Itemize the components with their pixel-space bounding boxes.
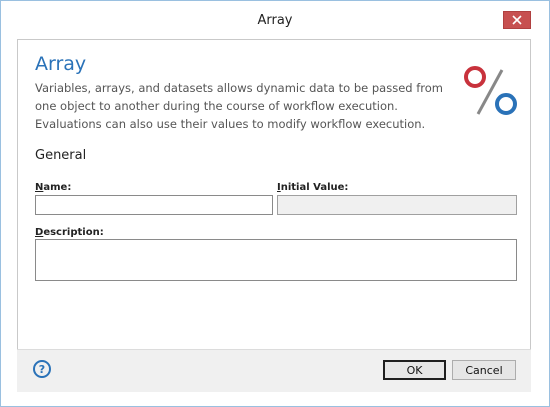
section-title-general: General (35, 148, 87, 163)
cancel-button[interactable]: Cancel (452, 360, 516, 380)
help-button[interactable]: ? (33, 360, 51, 378)
name-label-text: ame: (43, 182, 72, 193)
initial-value-input[interactable] (277, 195, 517, 215)
dialog-footer: ? OK Cancel (17, 349, 531, 392)
initial-value-label-text: nitial Value: (280, 182, 349, 193)
close-button[interactable] (503, 11, 531, 29)
ok-button[interactable]: OK (383, 360, 446, 380)
name-label: Name: (35, 182, 71, 193)
name-input[interactable] (35, 195, 273, 215)
description-textarea[interactable] (35, 239, 517, 281)
description-label: Description: (35, 227, 104, 238)
initial-value-label: Initial Value: (277, 182, 348, 193)
percent-icon (464, 66, 517, 115)
help-icon: ? (38, 362, 46, 376)
title-bar[interactable]: Array (1, 1, 549, 39)
close-icon (512, 15, 522, 25)
dialog-content: Array Variables, arrays, and datasets al… (17, 39, 531, 392)
dialog-window: Array Array Variables, arrays, and datas… (0, 0, 550, 407)
header-title: Array (35, 53, 87, 75)
header-description: Variables, arrays, and datasets allows d… (35, 81, 443, 131)
description-label-text: escription: (43, 227, 104, 238)
window-title: Array (257, 13, 293, 28)
